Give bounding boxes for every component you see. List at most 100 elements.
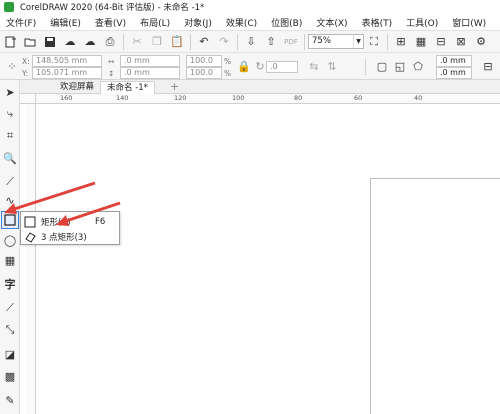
scale-x-field[interactable]: 100.0 (186, 55, 222, 67)
horizontal-ruler[interactable]: 160 140 120 100 80 60 40 (36, 94, 500, 104)
window-title: CorelDRAW 2020 (64-Bit 评估版) - 未命名 -1* (20, 3, 205, 13)
toolbar-divider (237, 33, 238, 50)
corner-radius-bottom-field[interactable]: .0 mm (436, 67, 472, 79)
menu-table[interactable]: 表格(T) (355, 16, 400, 29)
zoom-level-select[interactable]: 75% ▼ (308, 34, 364, 49)
width-field[interactable]: .0 mm (120, 55, 180, 67)
pick-tool-icon[interactable]: ➤ (2, 84, 18, 100)
flyout-item-label: 矩形(R) (41, 217, 71, 228)
rectangle-icon (24, 216, 36, 228)
parallel-dimension-tool-icon[interactable]: ⟋ (2, 300, 18, 316)
publish-pdf-icon[interactable]: PDF (284, 35, 298, 49)
menu-text[interactable]: 文本(X) (309, 16, 354, 29)
menu-layout[interactable]: 布局(L) (133, 16, 177, 29)
vertical-ruler[interactable] (26, 104, 36, 414)
y-position-field[interactable]: 105.071 mm (32, 67, 102, 79)
paste-icon[interactable]: 📋 (170, 35, 184, 49)
open-folder-icon[interactable] (23, 35, 37, 49)
snap-to-icon[interactable]: ⊠ (454, 35, 468, 49)
artistic-media-tool-icon[interactable]: ∿ (2, 192, 18, 208)
toolbar-divider (365, 59, 366, 75)
rectangle-tool-icon[interactable] (1, 211, 19, 229)
ruler-label: 40 (414, 94, 423, 102)
guidelines-icon[interactable]: ⊟ (434, 35, 448, 49)
document-page[interactable] (370, 178, 500, 414)
toolbar-divider (304, 33, 305, 50)
options-icon[interactable]: ⚙ (474, 35, 488, 49)
ruler-label: 60 (354, 94, 363, 102)
scale-y-field[interactable]: 100.0 (186, 67, 222, 79)
menu-effects[interactable]: 效果(C) (219, 16, 264, 29)
chevron-down-icon[interactable]: ▼ (353, 35, 363, 48)
menu-bitmaps[interactable]: 位图(B) (264, 16, 309, 29)
mirror-vertical-icon[interactable]: ⇅ (325, 59, 339, 73)
rectangle-tool-flyout: 矩形(R) F6 3 点矩形(3) (20, 211, 120, 245)
redo-icon[interactable]: ↷ (217, 35, 231, 49)
title-bar: CorelDRAW 2020 (64-Bit 评估版) - 未命名 -1* (0, 0, 500, 14)
menu-window[interactable]: 窗口(W) (445, 16, 493, 29)
x-label: X: (22, 57, 30, 66)
x-position-field[interactable]: 148.505 mm (32, 55, 102, 67)
zoom-level-value: 75% (312, 36, 331, 46)
ruler-label: 80 (294, 94, 303, 102)
coreldraw-app-icon (4, 2, 14, 12)
cloud-download-icon[interactable]: ☁ (63, 35, 77, 49)
menu-object[interactable]: 对象(J) (177, 16, 219, 29)
scale-y-unit: % (224, 69, 232, 78)
menu-bar: 文件(F) 编辑(E) 查看(V) 布局(L) 对象(J) 效果(C) 位图(B… (0, 14, 500, 30)
undo-icon[interactable]: ↶ (197, 35, 211, 49)
ruler-label: 120 (174, 94, 187, 102)
connector-tool-icon[interactable]: ⤡ (2, 322, 18, 338)
corner-radius-top-field[interactable]: .0 mm (436, 55, 472, 67)
tab-document[interactable]: 未命名 -1* (100, 81, 155, 94)
drop-shadow-tool-icon[interactable]: ◪ (2, 346, 18, 362)
add-tab-button[interactable]: + (166, 81, 183, 94)
zoom-tool-icon[interactable]: 🔍 (2, 150, 18, 166)
shape-tool-icon[interactable]: ⤷ (2, 106, 18, 122)
flyout-item-shortcut: F6 (95, 216, 106, 227)
crop-tool-icon[interactable]: ⌗ (2, 128, 18, 144)
scale-x-unit: % (224, 57, 232, 66)
y-label: Y: (22, 69, 29, 78)
rulers-icon[interactable]: ⊞ (394, 35, 408, 49)
import-icon[interactable]: ⇩ (244, 35, 258, 49)
mirror-horizontal-icon[interactable]: ⇆ (307, 59, 321, 73)
tab-welcome-screen[interactable]: 欢迎屏幕 (54, 81, 100, 94)
menu-view[interactable]: 查看(V) (88, 16, 133, 29)
grid-icon[interactable]: ▦ (414, 35, 428, 49)
flyout-item-rectangle[interactable]: 矩形(R) F6 (21, 214, 119, 229)
ruler-label: 160 (60, 94, 73, 102)
ellipse-tool-icon[interactable]: ◯ (2, 232, 18, 248)
new-document-icon[interactable] (3, 35, 17, 49)
flyout-item-3-point-rectangle[interactable]: 3 点矩形(3) (21, 229, 119, 244)
height-field[interactable]: .0 mm (120, 67, 180, 79)
property-bar: ⁘ X: 148.505 mm Y: 105.071 mm ↔ .0 mm ↕ … (0, 52, 500, 80)
full-screen-icon[interactable]: ⛶ (367, 35, 381, 49)
ruler-origin[interactable] (20, 94, 36, 104)
flyout-item-label: 3 点矩形(3) (41, 232, 87, 243)
menu-edit[interactable]: 编辑(E) (43, 16, 88, 29)
freehand-tool-icon[interactable]: ⟋ (2, 174, 18, 190)
cloud-upload-icon[interactable]: ☁ (83, 35, 97, 49)
menu-tools[interactable]: 工具(O) (399, 16, 445, 29)
menu-file[interactable]: 文件(F) (0, 16, 43, 29)
chamfered-corner-icon[interactable]: ⬠ (411, 59, 425, 73)
export-icon[interactable]: ⇧ (264, 35, 278, 49)
corner-lock-icon[interactable]: ⊟ (481, 59, 495, 73)
three-point-rectangle-icon (24, 231, 36, 243)
width-icon: ↔ (108, 57, 115, 66)
copy-icon[interactable]: ❐ (150, 35, 164, 49)
scalloped-corner-icon[interactable]: ◱ (393, 59, 407, 73)
lock-ratio-icon[interactable]: 🔒 (237, 59, 251, 73)
round-corner-icon[interactable]: ▢ (375, 59, 389, 73)
rotation-field[interactable]: .0 (266, 61, 298, 73)
text-tool-icon[interactable]: 字 (2, 276, 18, 292)
object-origin-icon[interactable]: ⁘ (5, 59, 19, 73)
polygon-tool-icon[interactable]: ▦ (2, 252, 18, 268)
height-icon: ↕ (108, 69, 115, 78)
cut-icon[interactable]: ✂ (130, 35, 144, 49)
eyedropper-tool-icon[interactable]: ✎ (2, 392, 18, 408)
save-icon[interactable] (43, 35, 57, 49)
print-icon[interactable]: ⎙ (103, 35, 117, 49)
transparency-tool-icon[interactable]: ▩ (2, 368, 18, 384)
